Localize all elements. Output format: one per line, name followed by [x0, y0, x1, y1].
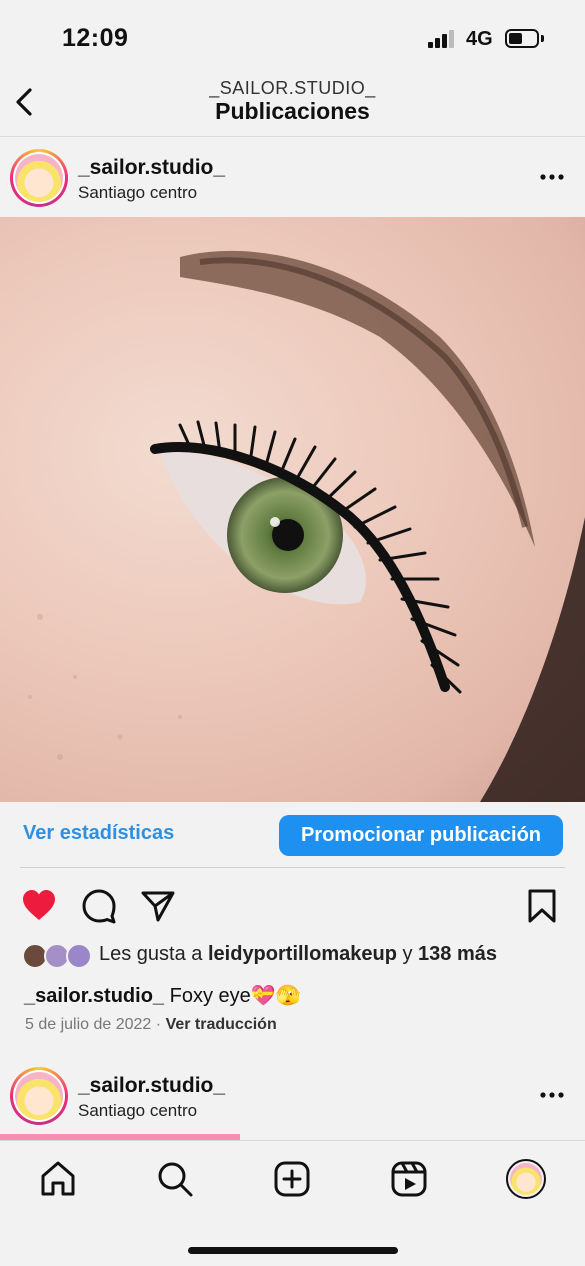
- caption-username[interactable]: _sailor.studio_: [24, 985, 164, 1007]
- page-title: Publicaciones: [215, 98, 370, 124]
- stats-bar: Ver estadísticas Promocionar publicación: [20, 802, 565, 868]
- plus-square-icon[interactable]: [272, 1159, 312, 1199]
- comment-icon[interactable]: [81, 888, 117, 924]
- likes-row[interactable]: Les gusta a leidyportillomakeup y 138 má…: [22, 940, 567, 972]
- more-horizontal-icon[interactable]: [539, 173, 565, 181]
- profile-avatar[interactable]: [506, 1159, 546, 1199]
- signal-icon: [428, 30, 458, 48]
- post-date: 5 de julio de 2022: [25, 1016, 152, 1033]
- likes-text: Les gusta a leidyportillomakeup y 138 má…: [99, 943, 497, 966]
- status-bar: 12:09 4G: [0, 0, 585, 70]
- translate-link[interactable]: Ver traducción: [166, 1016, 277, 1033]
- liker-avatar: [66, 943, 92, 969]
- post-location[interactable]: Santiago centro: [78, 183, 197, 203]
- bookmark-icon[interactable]: [524, 888, 560, 924]
- post-username[interactable]: _sailor.studio_: [78, 1074, 225, 1098]
- post-header: _sailor.studio_ Santiago centro: [0, 137, 585, 217]
- status-time: 12:09: [62, 24, 129, 52]
- heart-filled-icon[interactable]: [21, 888, 57, 924]
- bottom-tab-bar: [0, 1140, 585, 1266]
- page-subtitle: _SAILOR.STUDIO_: [209, 78, 376, 98]
- battery-icon: [505, 29, 539, 48]
- post-actions: [0, 880, 585, 930]
- caption-text: Foxy eye💝🫣: [169, 985, 301, 1007]
- reels-icon[interactable]: [389, 1159, 429, 1199]
- promote-post-button[interactable]: Promocionar publicación: [279, 815, 563, 856]
- date-separator: ·: [155, 1016, 162, 1033]
- avatar[interactable]: [10, 149, 68, 207]
- next-post-header: _sailor.studio_ Santiago centro: [0, 1055, 585, 1135]
- likes-prefix: Les gusta a: [99, 943, 203, 965]
- post-location[interactable]: Santiago centro: [78, 1101, 197, 1121]
- view-stats-link[interactable]: Ver estadísticas: [23, 822, 174, 845]
- home-indicator: [188, 1247, 398, 1254]
- network-type: 4G: [466, 28, 493, 50]
- send-icon[interactable]: [140, 888, 176, 924]
- likes-count[interactable]: 138 más: [418, 943, 497, 965]
- eye-illustration: [28, 250, 585, 802]
- post-photo[interactable]: [0, 217, 585, 802]
- likes-conjunction: y: [402, 943, 413, 965]
- avatar[interactable]: [10, 1067, 68, 1125]
- nav-header: _SAILOR.STUDIO_ Publicaciones: [0, 70, 585, 137]
- search-icon[interactable]: [155, 1159, 195, 1199]
- post-caption: _sailor.studio_ Foxy eye💝🫣: [24, 983, 301, 1008]
- home-icon[interactable]: [38, 1159, 78, 1199]
- more-horizontal-icon[interactable]: [539, 1091, 565, 1099]
- post-date-line: 5 de julio de 2022 · Ver traducción: [25, 1016, 277, 1034]
- likes-user[interactable]: leidyportillomakeup: [208, 943, 397, 965]
- post-username[interactable]: _sailor.studio_: [78, 156, 225, 180]
